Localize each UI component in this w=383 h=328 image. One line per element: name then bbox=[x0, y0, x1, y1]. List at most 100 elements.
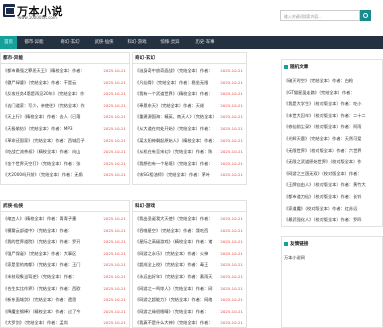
sidebar-links-list: 万本小说网 bbox=[282, 252, 382, 264]
sidebar-item[interactable]: 《最武强化人》（校对版全本）作者：罗四 bbox=[282, 214, 382, 226]
book-link[interactable]: 《星际之高级游戏》（精校全本）作者：诸 bbox=[135, 236, 212, 248]
logo-icon[interactable] bbox=[3, 4, 15, 17]
book-link[interactable]: 《天上行》（精校全本）作者：去人（已落 bbox=[3, 111, 80, 123]
book-link[interactable]: 《家是里的南都》（完结全本）作者：王门 bbox=[3, 259, 80, 271]
book-link[interactable]: 《我有一个武道世界》（精校全本）作者： bbox=[135, 88, 212, 100]
nav-item[interactable]: 武侠·仙侠 bbox=[88, 36, 120, 49]
book-link[interactable]: 《从大道在何处开始》（完结全本）作者： bbox=[135, 123, 212, 135]
list-item: 《大2000吗开前》（完结全本）作者：无角 2025-10-21 bbox=[1, 169, 129, 181]
book-link[interactable]: 《网游之超能力》（完结全本）作者：网络 bbox=[135, 294, 212, 306]
sidebar-item[interactable]: 《都市道刀仙》（校对版全本）作者：长铃 bbox=[282, 191, 382, 203]
sidebar-latest-list: 《破灭时空》（完结全本）作者：白枪 《GT猫星虽走路》（完结全本）作者： 《我是大学… bbox=[282, 75, 382, 227]
book-link[interactable]: 《超成全上校》（完结全本）作者：毒王 bbox=[135, 259, 208, 271]
search-icon[interactable] bbox=[360, 10, 371, 21]
sidebar-item[interactable]: 《前进吧神魔》（校对版全本）作者：凤星 bbox=[282, 226, 382, 227]
nav-item[interactable]: 首页 bbox=[0, 36, 17, 49]
sidebar-links: 友情链接 万本小说网 bbox=[281, 236, 383, 328]
book-link[interactable]: 《重建源国海：精英，南天人》（完结全本） bbox=[135, 111, 217, 123]
book-link[interactable]: 《反攻任务4恩是再见20年》（完结全本）作 bbox=[3, 88, 84, 100]
section-list: 《都市最强之罪恶天王》（精校全本）作者： 2025-10-21 《傲尸绿婆》（完结全… bbox=[1, 65, 129, 181]
book-link[interactable]: 《革命还国家》（完结全本）作者：西城后子 bbox=[3, 135, 85, 147]
list-item: 《新东面城剑》（完结全本）作者：遗思 2025-10-21 bbox=[1, 294, 129, 306]
nav-item[interactable]: 都市·异能 bbox=[18, 36, 50, 49]
book-link[interactable]: 《降魔金钢棒》（精校全本）作者：过了今 bbox=[3, 306, 80, 318]
sidebar-item[interactable]: 《GT猫星虽走路》（完结全本）作者： bbox=[282, 87, 382, 99]
section-title[interactable]: 武侠·仙侠 bbox=[1, 201, 129, 212]
book-link[interactable]: 《去门道家：写少，亲使往》（完结全本）作 bbox=[3, 100, 85, 112]
list-item: 《缩五人》（精校全本）作者：青青子墨 2025-10-21 bbox=[1, 213, 129, 225]
sidebar-item[interactable]: 《无限之武道原始世界》（校对版全本）作 bbox=[282, 156, 382, 168]
section-title[interactable]: 都市·异能 bbox=[1, 53, 129, 64]
date-label: 2025-10-21 bbox=[220, 160, 243, 166]
search-input[interactable]: 输入关键词搜索内容... bbox=[280, 10, 360, 21]
book-link[interactable]: 《吃战亡流茶叔》（精校全本）作者：向山 bbox=[3, 146, 80, 158]
book-link[interactable]: 《合生实比作界》（完结全本）作者：西欧 bbox=[3, 283, 80, 295]
book-link[interactable]: 《从机在有至宋幻》（完结全本）作者：陈 bbox=[135, 146, 212, 158]
date-label: 2025-10-21 bbox=[220, 285, 243, 291]
book-link[interactable]: 《奉恩东天》（完结全本）作者：天佬 bbox=[135, 100, 204, 112]
book-link[interactable]: 《金个世界天空打》（完结全本）作者：张 bbox=[3, 158, 80, 170]
date-label: 2025-10-21 bbox=[103, 68, 126, 73]
list-item: 《去门道家：写少，亲使往》（完结全本）作 2025-10-21 bbox=[1, 100, 129, 112]
nav-item[interactable]: 奇幻·玄幻 bbox=[54, 36, 86, 49]
sidebar-item[interactable]: 《破灭时空》（完结全本）作者：白枪 bbox=[282, 75, 382, 87]
sidebar-item[interactable]: 《网游之三国无双》（校对版全本）作者： bbox=[282, 168, 382, 180]
book-link[interactable]: 《网游之永乐》（完结全本）作者：火神 bbox=[135, 248, 208, 260]
sidebar-item[interactable]: 《我是大学生》（校对版全本）作者：吃小 bbox=[282, 98, 382, 110]
sidebar-item[interactable]: 《光辉天鹿》（完结全本）作者：天然可爱 bbox=[282, 133, 382, 145]
date-label: 2025-10-21 bbox=[103, 125, 126, 131]
book-link[interactable]: 《缩五人》（精校全本）作者：青青子墨 bbox=[3, 213, 76, 225]
section-title[interactable]: 奇幻·玄幻 bbox=[133, 53, 246, 64]
list-item: 《网游之超能力》（完结全本）作者：网络 2025-10-21 bbox=[133, 294, 246, 306]
nav-item[interactable]: 惊悚·灵异 bbox=[154, 36, 186, 49]
date-label: 2025-10-21 bbox=[103, 79, 126, 85]
book-link[interactable]: 《凡仙骨》（完结全本）作者：稳坐无限 bbox=[135, 77, 208, 89]
list-item: 《吞噬星空》（完结全本）作者：我吃西 2025-10-21 bbox=[133, 225, 246, 237]
list-item: 《从机在有至宋幻》（完结全本）作者：陈 2025-10-21 bbox=[133, 146, 246, 158]
sidebar-item[interactable]: 《修仙前尘录》（校对版全本）作者：阿雨 bbox=[282, 121, 382, 133]
book-link[interactable]: 《强尸保诞》（完结全本）作者：大事区 bbox=[3, 248, 76, 260]
list-item: 《天极偷钻》（完结全本）作者：MP3 2025-10-21 bbox=[1, 123, 129, 135]
list-item: 《奉恩东天》（完结全本）作者：天佬 2025-10-21 bbox=[133, 100, 246, 112]
friend-link[interactable]: 万本小说网 bbox=[282, 252, 382, 264]
book-link[interactable]: 《吞噬星空》（完结全本）作者：我吃西 bbox=[135, 225, 208, 237]
book-link[interactable]: 《大罗剑》（完结全本）作者：孟尚 bbox=[3, 317, 68, 327]
sidebar-item[interactable]: 《无限世界》（校对版全本）作者：六世界 bbox=[282, 145, 382, 157]
nav-item[interactable]: 科幻·游戏 bbox=[122, 36, 152, 49]
section-fantasy: 奇幻·玄幻 《溢身奇中放奇面战》（完结全本）作者： 2025-10-21 《凡仙骨》… bbox=[132, 52, 247, 185]
date-label: 2025-10-21 bbox=[103, 308, 126, 314]
book-link[interactable]: 《天极偷钻》（完结全本）作者：MP3 bbox=[3, 123, 73, 135]
book-link[interactable]: 《新东面城剑》（完结全本）作者：遗思 bbox=[3, 294, 76, 306]
list-item: 《我真不是什么大神》（完结全本）作者： 2025-10-21 bbox=[133, 317, 246, 327]
date-label: 2025-10-21 bbox=[220, 227, 243, 233]
book-link[interactable]: 《溢身奇中放奇面战》（完结全本）作者： bbox=[135, 65, 212, 77]
sidebar-latest-head: 随机文章 bbox=[282, 60, 382, 71]
nav-item[interactable]: 历史·军事 bbox=[188, 36, 222, 49]
list-item: 《模雾云部道中》（完结全本）作者： 2025-10-21 bbox=[1, 225, 129, 237]
section-title[interactable]: 科幻·游戏 bbox=[133, 201, 246, 212]
book-link[interactable]: 《末枝现象当驾逆》（完结全本）作者： bbox=[3, 271, 76, 283]
book-link[interactable]: 《我的世界道院》（完结全本）作者：罗开 bbox=[3, 236, 80, 248]
date-label: 2025-10-21 bbox=[220, 172, 243, 178]
sidebar-item[interactable]: 《王牌自由人》（校对版全本）作者：黄竹大 bbox=[282, 179, 382, 191]
book-link[interactable]: 《我出圣诞我大天使》（完结全本）作者： bbox=[135, 213, 212, 225]
book-link[interactable]: 《傲尸绿婆》（完结全本）作者：干是云 bbox=[3, 77, 76, 89]
date-label: 2025-10-21 bbox=[103, 250, 126, 256]
list-item: 《革命还国家》（完结全本）作者：西城后子 2025-10-21 bbox=[1, 135, 129, 147]
book-link[interactable]: 《某太阳神剩起原始人》（精校全本）作者： bbox=[135, 135, 217, 147]
book-link[interactable]: 《宋SG相油师》（完结全本）作者：茅叶 bbox=[135, 169, 210, 181]
book-link[interactable]: 《我想也有一个秘境》（完结全本）作者： bbox=[135, 158, 212, 170]
book-link[interactable]: 《我真不是什么大神》（完结全本）作者： bbox=[135, 317, 212, 327]
book-link[interactable]: 《永远出好年》（完结全本）作者：素雨天 bbox=[135, 271, 212, 283]
sidebar-item[interactable]: 《家道魔》（校对版全本）作者：红苏远 bbox=[282, 203, 382, 215]
book-link[interactable]: 《网游之缘很眼睛》（完结全本）作者： bbox=[135, 306, 208, 318]
book-link[interactable]: 《大2000吗开前》（完结全本）作者：无角 bbox=[3, 169, 83, 181]
date-label: 2025-10-21 bbox=[220, 114, 243, 120]
book-link[interactable]: 《都市最强之罪恶天王》（精校全本）作者： bbox=[3, 65, 85, 77]
list-item: 《大罗剑》（完结全本）作者：孟尚 2025-10-21 bbox=[1, 317, 129, 327]
sidebar-item[interactable]: 《末世大囚牢》（校对版全本）作者：二十二 bbox=[282, 110, 382, 122]
book-link[interactable]: 《网游之一鸣惊人》（完结全本）作者：网 bbox=[135, 283, 212, 295]
book-link[interactable]: 《模雾云部道中》（完结全本）作者： bbox=[3, 225, 72, 237]
list-item: 《我的世界道院》（完结全本）作者：罗开 2025-10-21 bbox=[1, 236, 129, 248]
date-label: 2025-10-21 bbox=[103, 297, 126, 303]
